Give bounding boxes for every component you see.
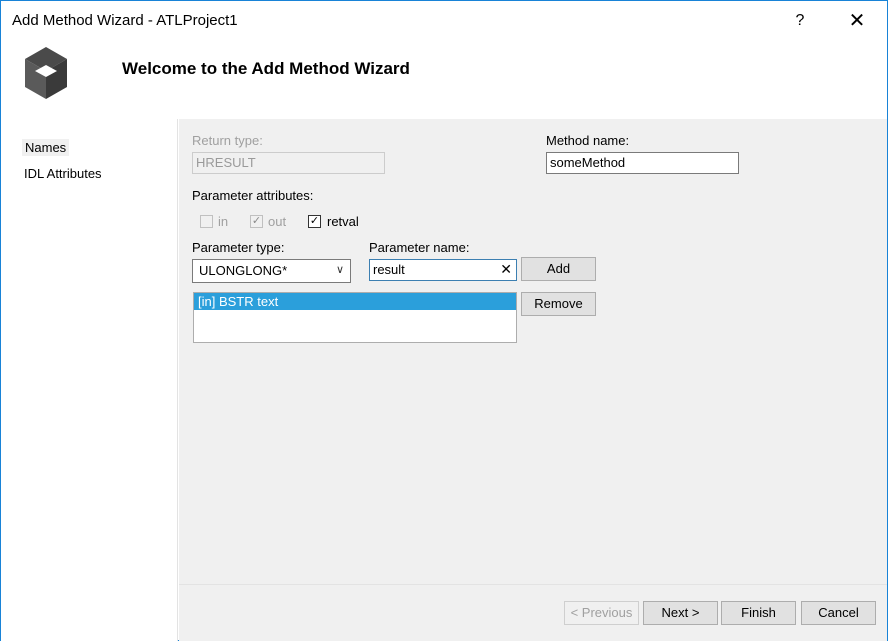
method-name-input[interactable]: someMethod — [546, 152, 739, 174]
nav-item-names[interactable]: Names — [22, 139, 70, 156]
param-name-input[interactable]: result ✕ — [369, 259, 517, 281]
return-type-label: Return type: — [192, 133, 263, 148]
help-button[interactable]: ? — [785, 3, 815, 39]
in-label: in — [218, 214, 229, 229]
param-type-select[interactable]: ULONGLONG* ∨ — [192, 259, 351, 283]
add-button[interactable]: Add — [521, 257, 596, 281]
wizard-nav: Names IDL Attributes — [1, 119, 178, 641]
wizard-window: Add Method Wizard - ATLProject1 ? ✕ Welc… — [0, 0, 888, 641]
close-button[interactable]: ✕ — [839, 3, 875, 39]
finish-button[interactable]: Finish — [721, 601, 796, 625]
param-name-value: result — [373, 262, 405, 277]
names-panel: Return type: HRESULT Method name: someMe… — [179, 119, 887, 584]
wizard-header: Welcome to the Add Method Wizard — [1, 41, 887, 119]
param-name-label: Parameter name: — [369, 240, 470, 255]
next-button[interactable]: Next > — [643, 601, 718, 625]
nav-item-idl-attributes[interactable]: IDL Attributes — [24, 166, 102, 181]
retval-checkbox[interactable]: ✓ — [308, 215, 321, 228]
param-type-label: Parameter type: — [192, 240, 285, 255]
param-attributes-label: Parameter attributes: — [192, 188, 314, 203]
wizard-footer: < Previous Next > Finish Cancel — [179, 584, 887, 641]
previous-button: < Previous — [564, 601, 639, 625]
in-checkbox — [200, 215, 213, 228]
retval-label: retval — [327, 214, 359, 229]
cube-icon — [25, 47, 67, 99]
close-icon: ✕ — [848, 10, 866, 32]
window-title: Add Method Wizard - ATLProject1 — [12, 12, 238, 29]
parameters-list[interactable]: [in] BSTR text — [193, 292, 517, 343]
cancel-button[interactable]: Cancel — [801, 601, 876, 625]
method-name-label: Method name: — [546, 133, 630, 148]
param-type-value: ULONGLONG* — [199, 263, 288, 278]
return-type-field: HRESULT — [192, 152, 385, 174]
remove-button[interactable]: Remove — [521, 292, 596, 316]
chevron-down-icon: ∨ — [335, 264, 344, 276]
out-checkbox: ✓ — [250, 215, 263, 228]
list-item[interactable]: [in] BSTR text — [194, 293, 516, 310]
title-bar: Add Method Wizard - ATLProject1 ? ✕ — [1, 1, 887, 41]
out-label: out — [268, 214, 287, 229]
clear-icon[interactable]: ✕ — [500, 261, 512, 277]
welcome-heading: Welcome to the Add Method Wizard — [122, 59, 410, 78]
